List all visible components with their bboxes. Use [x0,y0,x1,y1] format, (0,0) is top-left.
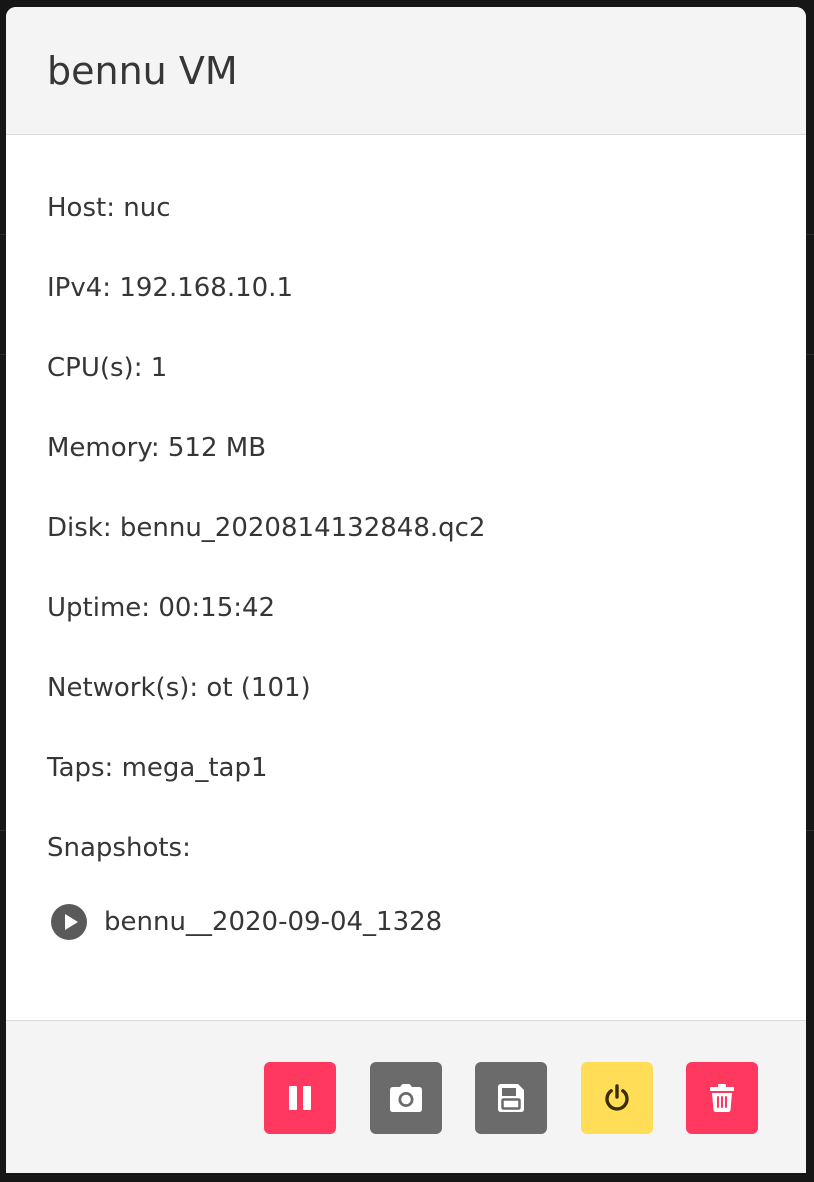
snapshots-line: Snapshots: [47,832,191,864]
modal-footer [6,1020,806,1173]
power-button[interactable] [581,1062,653,1134]
ipv4-label: IPv4: [47,273,112,303]
networks-line: Network(s): ot (101) [47,672,311,704]
host-value: nuc [123,193,171,223]
play-circle-icon[interactable] [51,904,87,940]
uptime-line: Uptime: 00:15:42 [47,592,275,624]
save-button[interactable] [475,1062,547,1134]
disk-label: Disk: [47,513,112,543]
snapshot-button[interactable] [370,1062,442,1134]
modal-title: bennu VM [47,48,238,93]
snapshot-item: bennu__2020-09-04_1328 [51,902,442,942]
taps-line: Taps: mega_tap1 [47,752,268,784]
disk-line: Disk: bennu_2020814132848.qc2 [47,512,485,544]
ipv4-value: 192.168.10.1 [119,273,293,303]
taps-label: Taps: [47,753,114,783]
trash-icon [710,1084,734,1112]
cpu-line: CPU(s): 1 [47,352,167,384]
modal-body: Host: nuc IPv4: 192.168.10.1 CPU(s): 1 M… [6,136,806,1020]
floppy-disk-icon [498,1084,524,1112]
memory-line: Memory: 512 MB [47,432,266,464]
ipv4-line: IPv4: 192.168.10.1 [47,272,293,304]
vm-info-modal: bennu VM Host: nuc IPv4: 192.168.10.1 CP… [6,7,806,1173]
pause-icon [289,1086,311,1110]
delete-button[interactable] [686,1062,758,1134]
taps-value: mega_tap1 [121,753,268,783]
snapshot-name: bennu__2020-09-04_1328 [104,907,443,937]
networks-label: Network(s): [47,673,199,703]
power-icon [605,1084,629,1111]
uptime-label: Uptime: [47,593,151,623]
memory-value: 512 MB [167,433,267,463]
disk-value: bennu_2020814132848.qc2 [119,513,486,543]
host-line: Host: nuc [47,192,171,224]
pause-button[interactable] [264,1062,336,1134]
cpu-value: 1 [150,353,168,383]
host-label: Host: [47,193,115,223]
camera-icon [390,1084,422,1112]
cpu-label: CPU(s): [47,353,143,383]
modal-header: bennu VM [6,7,806,135]
memory-label: Memory: [47,433,160,463]
snapshots-label: Snapshots: [47,833,191,863]
uptime-value: 00:15:42 [158,593,276,623]
networks-value: ot (101) [206,673,311,703]
